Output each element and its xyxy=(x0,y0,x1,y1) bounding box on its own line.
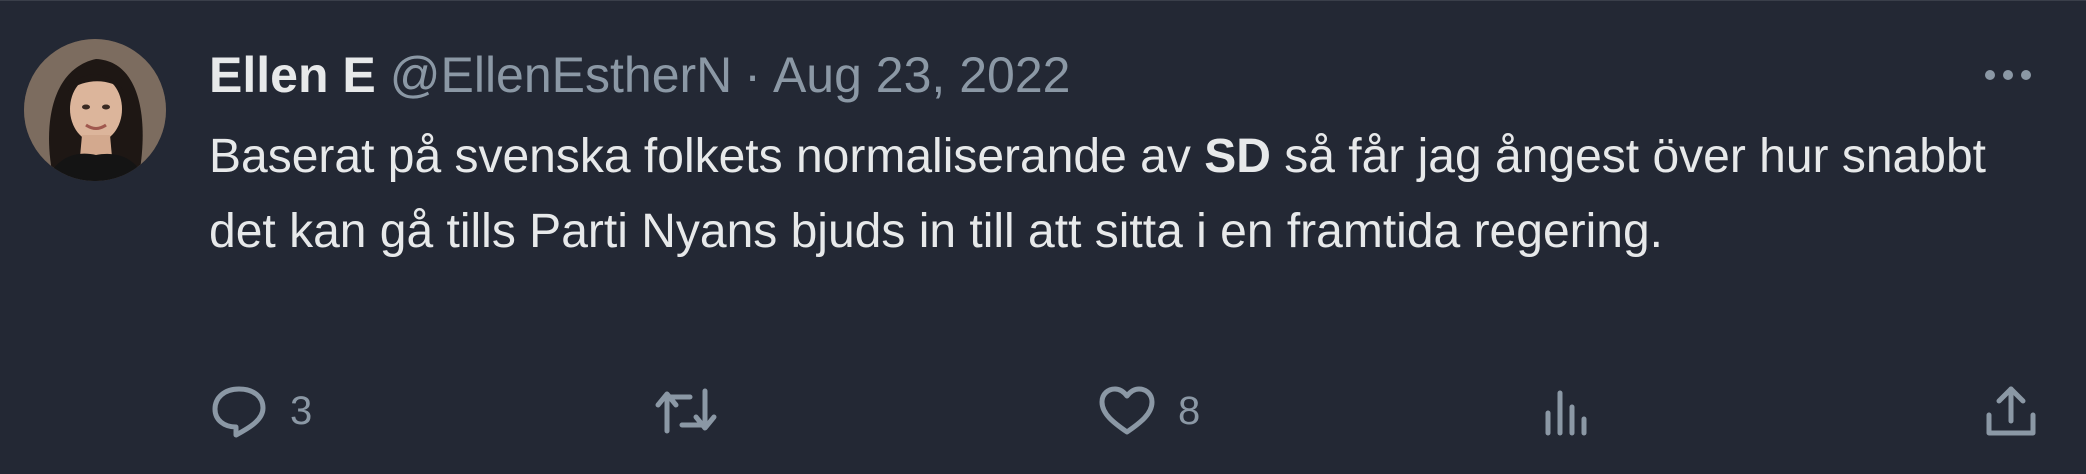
author-handle[interactable]: @EllenEstherN xyxy=(390,45,733,105)
avatar-image xyxy=(24,39,166,181)
share-icon xyxy=(1983,383,2039,439)
tweet-text-bold: SD xyxy=(1204,130,1271,183)
tweet-header: Ellen E @EllenEstherN · Aug 23, 2022 xyxy=(209,45,1070,105)
author-name[interactable]: Ellen E xyxy=(209,45,376,105)
header-separator: · xyxy=(744,47,761,103)
retweet-icon xyxy=(654,385,718,437)
avatar[interactable] xyxy=(24,39,166,181)
heart-icon xyxy=(1098,385,1156,437)
reply-icon xyxy=(210,383,268,439)
more-horizontal-icon xyxy=(1984,69,2032,81)
like-count: 8 xyxy=(1178,389,1201,433)
reply-button[interactable]: 3 xyxy=(210,379,312,443)
tweet-text: Baserat på svenska folkets normaliserand… xyxy=(209,119,2049,269)
more-options-button[interactable] xyxy=(1978,53,2038,97)
tweet-date[interactable]: Aug 23, 2022 xyxy=(773,45,1071,105)
reply-count: 3 xyxy=(290,389,313,433)
analytics-icon xyxy=(1540,385,1592,437)
share-button[interactable] xyxy=(1983,379,2039,443)
views-button[interactable] xyxy=(1540,379,1592,443)
like-button[interactable]: 8 xyxy=(1098,379,1200,443)
tweet-text-part: Baserat på svenska folkets normaliserand… xyxy=(209,130,1205,183)
retweet-button[interactable] xyxy=(654,379,740,443)
tweet-card[interactable]: Ellen E @EllenEstherN · Aug 23, 2022 Bas… xyxy=(0,0,2086,474)
